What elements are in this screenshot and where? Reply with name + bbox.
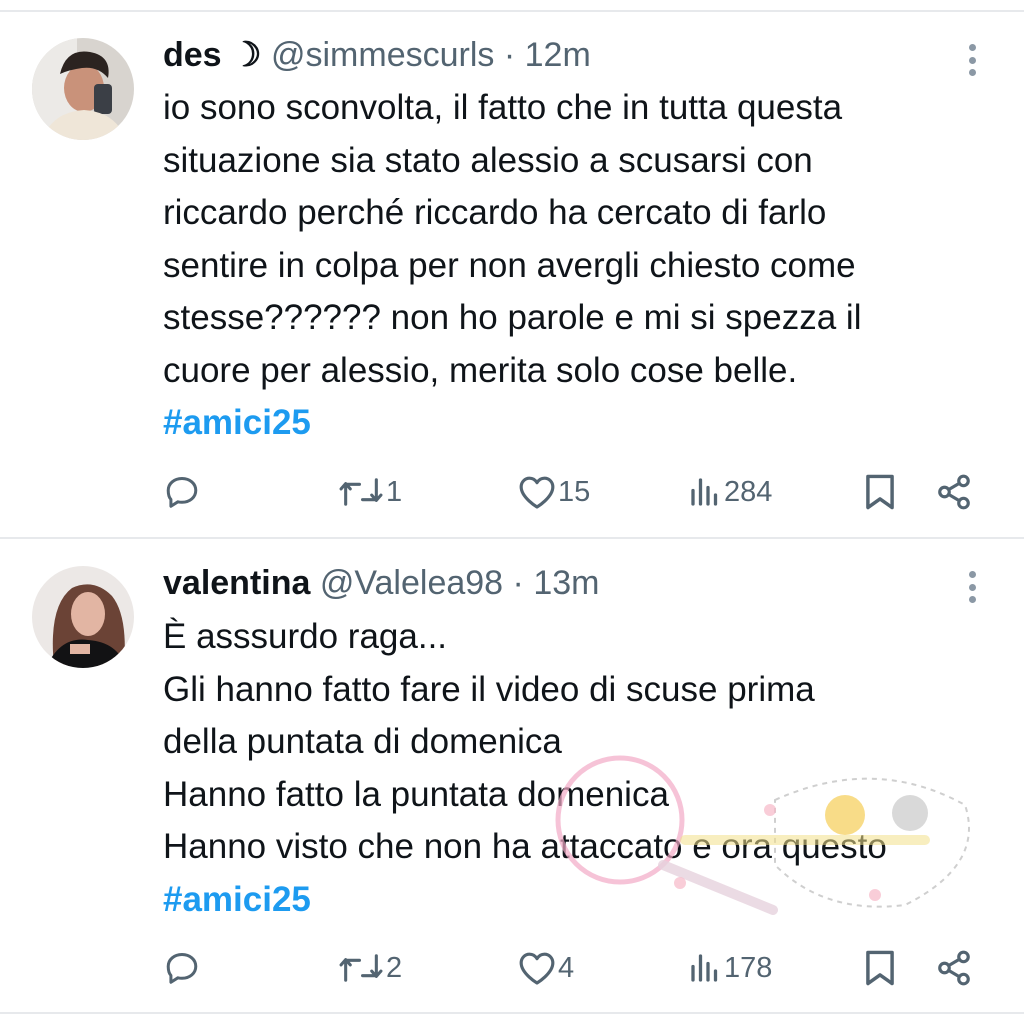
author-name[interactable]: des [163,36,222,74]
reply-icon [166,477,198,508]
views-button[interactable]: 284 [688,467,772,517]
tweet-text: io sono sconvolta, il fatto che in tutta… [163,82,861,450]
author-handle[interactable]: @Valelea98 [320,564,503,602]
hashtag-link[interactable]: #amici25 [163,874,887,927]
reply-button[interactable] [163,943,203,993]
like-button[interactable]: 15 [518,467,590,517]
views-count: 178 [724,951,773,984]
repost-count: 2 [386,951,403,984]
avatar[interactable] [32,566,134,668]
heart-icon [519,476,555,509]
bookmark-icon [866,950,894,986]
bookmark-icon [866,474,894,510]
heart-icon [519,952,555,985]
tweet-text-line: Hanno fatto la puntata domenica [163,774,669,814]
bookmark-button[interactable] [864,467,896,517]
reply-icon [166,953,198,984]
repost-count: 1 [386,475,403,508]
views-count: 284 [724,475,773,508]
more-vertical-icon[interactable] [958,40,986,80]
tweet-text-line: Hanno visto che non ha attaccato e ora q… [163,827,887,866]
share-icon [938,474,970,510]
more-vertical-icon[interactable] [958,567,986,607]
avatar[interactable] [32,38,134,140]
tweet-text-line: È asssurdo raga... [163,617,448,656]
views-icon [691,954,718,982]
tweet-text-line: riccardo perché riccardo ha cercato di f… [163,193,827,232]
timestamp[interactable]: 12m [525,36,591,74]
tweet-actions: 1 15 284 [0,467,1024,517]
tweet-header: des ☽ @simmescurls · 12m [163,30,591,80]
repost-icon [339,954,383,982]
share-icon [938,950,970,986]
views-button[interactable]: 178 [688,943,772,993]
like-count: 4 [558,951,575,984]
bottom-separator [0,1012,1024,1014]
author-name[interactable]: valentina [163,564,310,602]
like-count: 15 [558,475,591,508]
author-emoji: ☽ [231,36,262,74]
separator-dot: · [512,564,524,602]
tweet-actions: 2 4 178 [0,943,1024,993]
tweet-text-line: della puntata di domenica [163,722,562,761]
bookmark-button[interactable] [864,943,896,993]
like-button[interactable]: 4 [518,943,574,993]
tweet-2[interactable]: valentina @Valelea98 · 13m È asssurdo ra… [0,539,1024,1009]
tweet-header: valentina @Valelea98 · 13m [163,558,599,608]
separator-dot: · [503,36,516,74]
share-button[interactable] [935,467,973,517]
repost-button[interactable]: 1 [338,467,402,517]
share-button[interactable] [935,943,973,993]
views-icon [691,478,718,506]
reply-button[interactable] [163,467,203,517]
tweet-text-line: Gli hanno fatto fare il video di scuse p… [163,669,815,709]
hashtag-link[interactable]: #amici25 [163,397,861,450]
author-handle[interactable]: @simmescurls [271,36,494,74]
tweet-text-line: io sono sconvolta, il fatto che in tutta… [163,88,843,127]
tweet-text-line: stesse?????? non ho parole e mi si spezz… [163,298,862,337]
tweet-text-line: cuore per alessio, merita solo cose bell… [163,350,798,390]
repost-icon [339,478,383,506]
tweet-text-line: situazione sia stato alessio a scusarsi … [163,140,813,180]
tweet-text: È asssurdo raga... Gli hanno fatto fare … [163,611,887,926]
tweet-text-line: sentire in colpa per non avergli chiesto… [163,245,856,285]
repost-button[interactable]: 2 [338,943,402,993]
timestamp[interactable]: 13m [533,564,599,602]
tweet-1[interactable]: des ☽ @simmescurls · 12m io sono sconvol… [0,0,1024,530]
